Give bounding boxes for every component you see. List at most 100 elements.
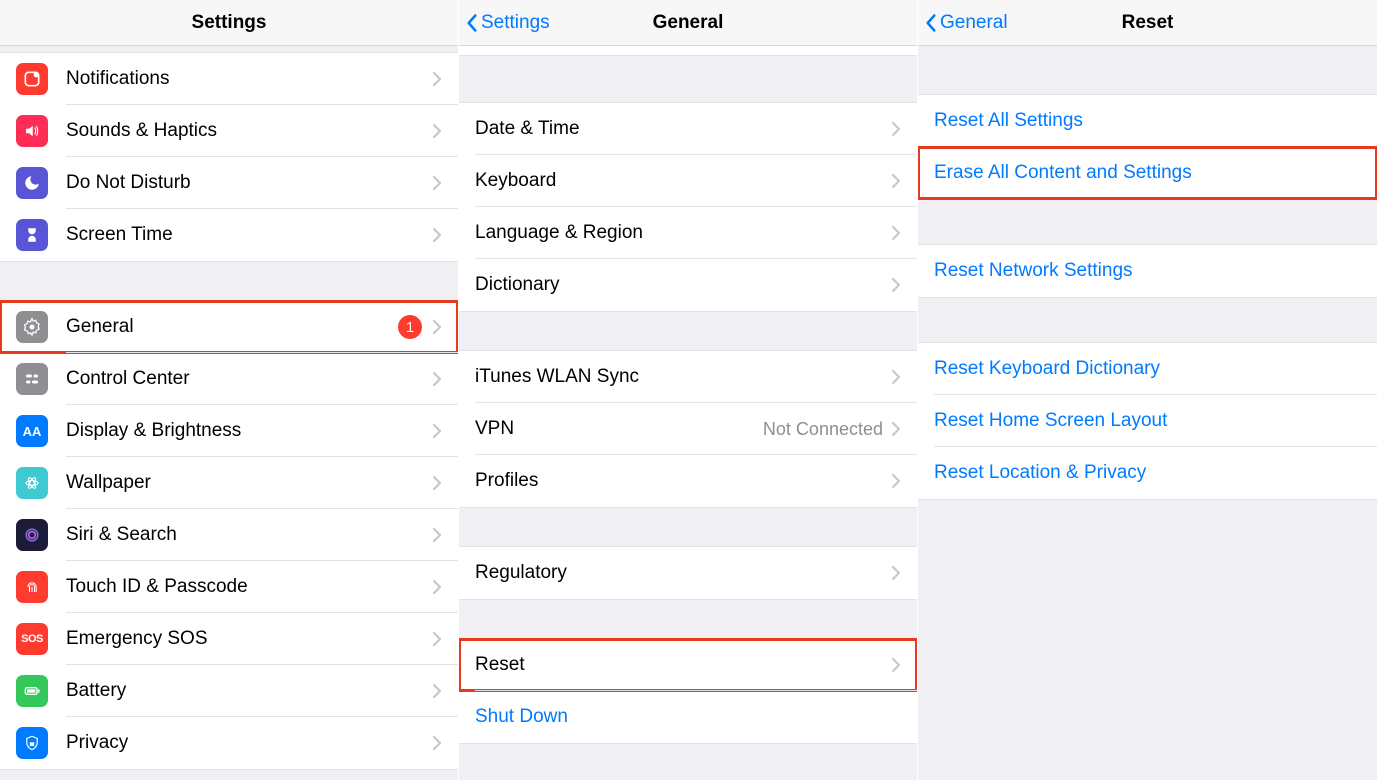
display-icon: AA — [16, 415, 48, 447]
chevron-right-icon — [891, 369, 901, 385]
partial-row — [459, 46, 917, 56]
chevron-right-icon — [891, 473, 901, 489]
row-dnd[interactable]: Do Not Disturb — [0, 157, 458, 209]
row-profiles[interactable]: Profiles — [459, 455, 917, 507]
row-control-center[interactable]: Control Center — [0, 353, 458, 405]
reset-group-1: Reset All Settings Erase All Content and… — [918, 94, 1377, 200]
row-label: Display & Brightness — [66, 420, 432, 442]
siri-icon — [16, 519, 48, 551]
row-label: Do Not Disturb — [66, 172, 432, 194]
row-label: Keyboard — [475, 170, 891, 192]
row-privacy[interactable]: Privacy — [0, 717, 458, 769]
chevron-right-icon — [432, 123, 442, 139]
row-label: General — [66, 316, 398, 338]
reset-group-2: Reset Network Settings — [918, 244, 1377, 298]
chevron-right-icon — [432, 175, 442, 191]
general-group-1: Date & Time Keyboard Language & Region D… — [459, 102, 917, 312]
row-vpn[interactable]: VPN Not Connected — [459, 403, 917, 455]
row-label: Control Center — [66, 368, 432, 390]
settings-group-1: Notifications Sounds & Haptics Do Not Di… — [0, 52, 458, 262]
chevron-right-icon — [432, 527, 442, 543]
chevron-right-icon — [432, 319, 442, 335]
chevron-right-icon — [891, 657, 901, 673]
control-center-icon — [16, 363, 48, 395]
row-erase-all[interactable]: Erase All Content and Settings — [918, 147, 1377, 199]
section-gap — [459, 56, 917, 102]
back-label: General — [940, 12, 1008, 34]
general-group-3: Regulatory — [459, 546, 917, 600]
chevron-right-icon — [891, 421, 901, 437]
badge-count: 1 — [398, 315, 422, 339]
section-gap — [459, 312, 917, 350]
chevron-right-icon — [432, 423, 442, 439]
sounds-icon — [16, 115, 48, 147]
row-shut-down[interactable]: Shut Down — [459, 691, 917, 743]
chevron-right-icon — [891, 277, 901, 293]
dnd-icon — [16, 167, 48, 199]
row-sounds[interactable]: Sounds & Haptics — [0, 105, 458, 157]
chevron-right-icon — [891, 173, 901, 189]
sos-icon: SOS — [16, 623, 48, 655]
battery-icon — [16, 675, 48, 707]
general-group-4: Reset Shut Down — [459, 638, 917, 744]
row-reset[interactable]: Reset — [459, 639, 917, 691]
section-gap — [918, 298, 1377, 342]
row-label: Reset Home Screen Layout — [934, 410, 1361, 432]
row-label: Shut Down — [475, 706, 901, 728]
back-to-settings[interactable]: Settings — [459, 12, 550, 34]
chevron-right-icon — [432, 71, 442, 87]
row-reset-home[interactable]: Reset Home Screen Layout — [918, 395, 1377, 447]
row-label: Emergency SOS — [66, 628, 432, 650]
row-label: Date & Time — [475, 118, 891, 140]
row-label: Screen Time — [66, 224, 432, 246]
row-dictionary[interactable]: Dictionary — [459, 259, 917, 311]
chevron-right-icon — [432, 475, 442, 491]
row-keyboard[interactable]: Keyboard — [459, 155, 917, 207]
back-label: Settings — [481, 12, 550, 34]
row-battery[interactable]: Battery — [0, 665, 458, 717]
row-screentime[interactable]: Screen Time — [0, 209, 458, 261]
row-label: Regulatory — [475, 562, 891, 584]
section-gap — [918, 200, 1377, 244]
row-label: Erase All Content and Settings — [934, 162, 1361, 184]
settings-panel: Settings Notifications Sounds & Haptics … — [0, 0, 459, 780]
row-label: Language & Region — [475, 222, 891, 244]
chevron-right-icon — [891, 121, 901, 137]
row-notifications[interactable]: Notifications — [0, 53, 458, 105]
chevron-right-icon — [432, 371, 442, 387]
row-sos[interactable]: SOS Emergency SOS — [0, 613, 458, 665]
section-gap — [0, 262, 458, 300]
row-regulatory[interactable]: Regulatory — [459, 547, 917, 599]
row-general[interactable]: General 1 — [0, 301, 458, 353]
row-language-region[interactable]: Language & Region — [459, 207, 917, 259]
touchid-icon — [16, 571, 48, 603]
row-label: Dictionary — [475, 274, 891, 296]
row-siri[interactable]: Siri & Search — [0, 509, 458, 561]
section-gap — [918, 500, 1377, 780]
row-label: Profiles — [475, 470, 891, 492]
row-label: Notifications — [66, 68, 432, 90]
row-label: Privacy — [66, 732, 432, 754]
row-reset-network[interactable]: Reset Network Settings — [918, 245, 1377, 297]
row-detail: Not Connected — [763, 419, 883, 440]
row-display[interactable]: AA Display & Brightness — [0, 405, 458, 457]
screentime-icon — [16, 219, 48, 251]
row-reset-keyboard[interactable]: Reset Keyboard Dictionary — [918, 343, 1377, 395]
row-reset-location[interactable]: Reset Location & Privacy — [918, 447, 1377, 499]
row-reset-all-settings[interactable]: Reset All Settings — [918, 95, 1377, 147]
general-panel: Settings General Date & Time Keyboard La… — [459, 0, 918, 780]
section-gap — [918, 46, 1377, 94]
general-group-2: iTunes WLAN Sync VPN Not Connected Profi… — [459, 350, 917, 508]
row-touchid[interactable]: Touch ID & Passcode — [0, 561, 458, 613]
row-itunes-sync[interactable]: iTunes WLAN Sync — [459, 351, 917, 403]
row-wallpaper[interactable]: Wallpaper — [0, 457, 458, 509]
back-to-general[interactable]: General — [918, 12, 1008, 34]
general-icon — [16, 311, 48, 343]
row-label: Reset Keyboard Dictionary — [934, 358, 1361, 380]
settings-group-2: General 1 Control Center AA Display & Br… — [0, 300, 458, 770]
notifications-icon — [16, 63, 48, 95]
reset-group-3: Reset Keyboard Dictionary Reset Home Scr… — [918, 342, 1377, 500]
chevron-right-icon — [432, 227, 442, 243]
row-date-time[interactable]: Date & Time — [459, 103, 917, 155]
chevron-right-icon — [432, 735, 442, 751]
